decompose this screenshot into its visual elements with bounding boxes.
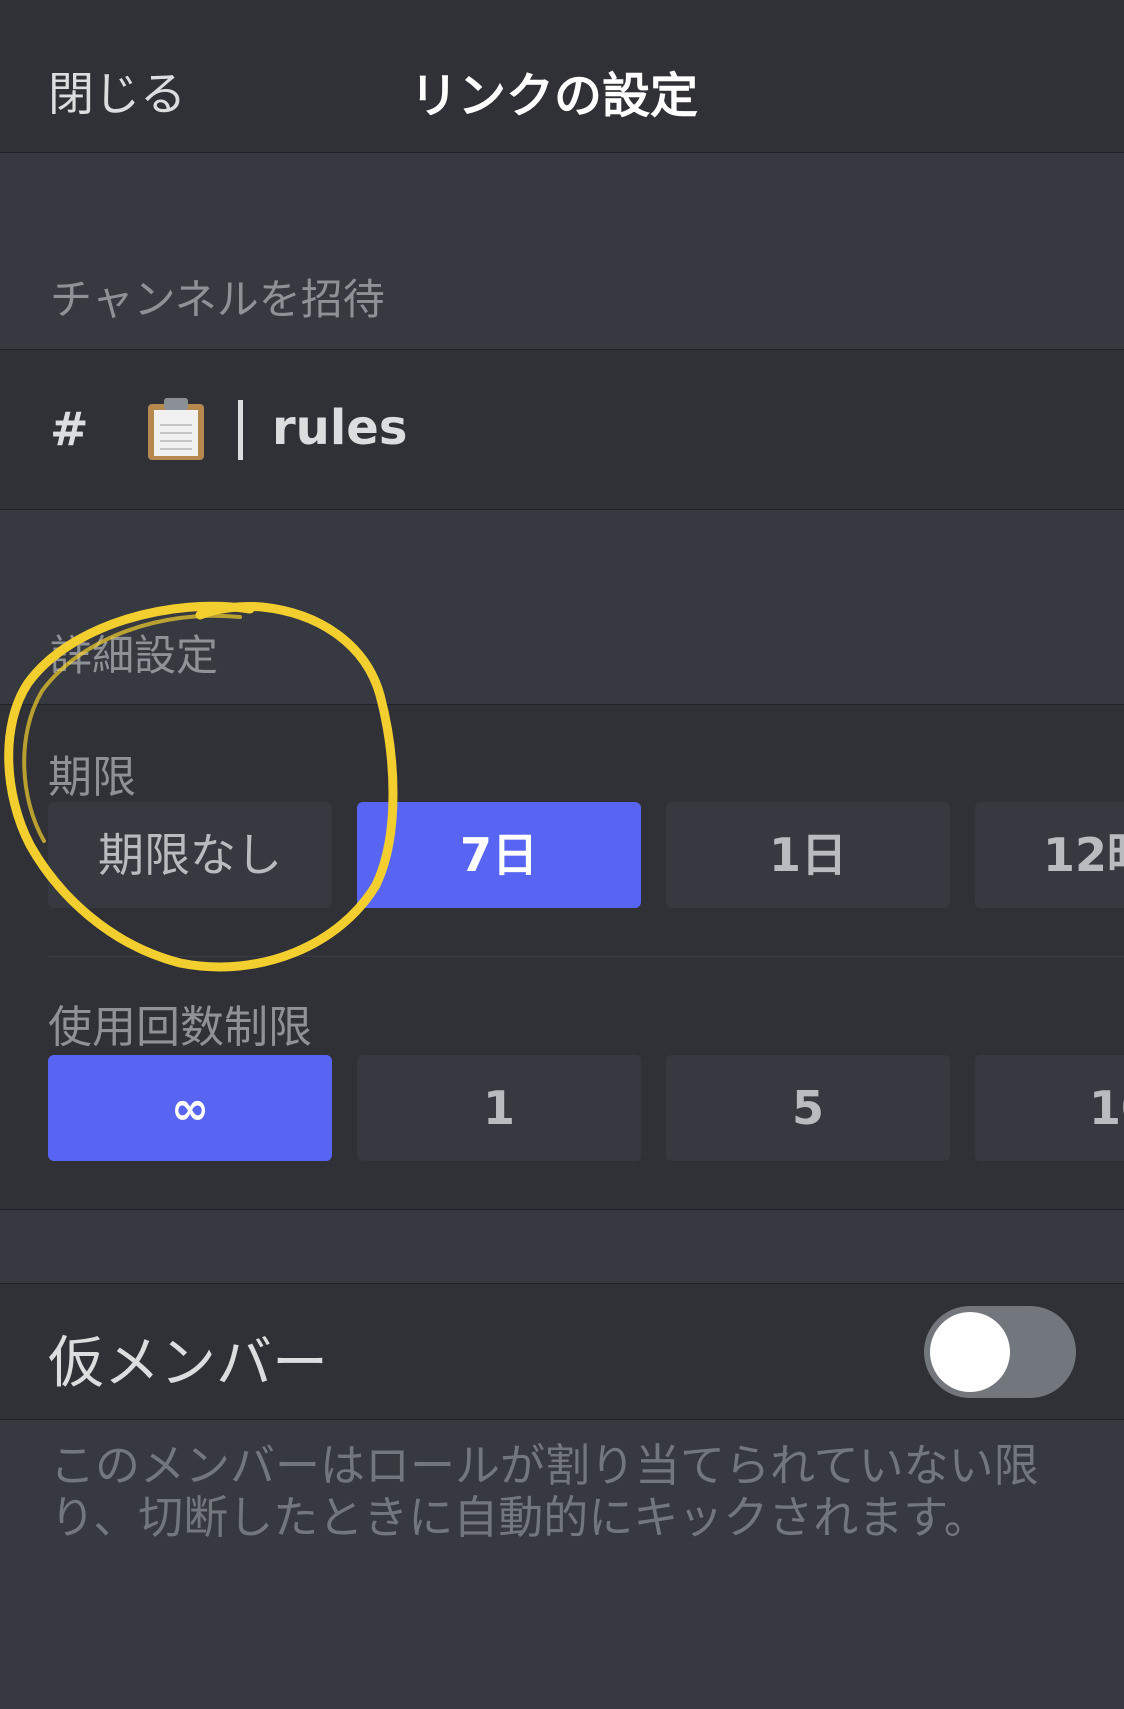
max-uses-option-1[interactable]: 1 [357,1055,641,1161]
link-settings-screen: 閉じる リンクの設定 チャンネルを招待 # rules 詳細設定 期限 期限なし… [0,0,1124,1709]
advanced-settings-panel: 期限 期限なし 7日 1日 12時 使用回数制限 ∞ 1 5 10 [0,704,1124,1210]
channel-hash-icon: # [50,402,89,456]
max-uses-option-5[interactable]: 5 [666,1055,950,1161]
channel-separator [238,400,243,460]
max-uses-option-10[interactable]: 10 [975,1055,1124,1161]
temporary-member-row: 仮メンバー [0,1283,1124,1420]
temporary-member-label: 仮メンバー [48,1331,328,1396]
toggle-knob [930,1312,1010,1392]
expire-option-never[interactable]: 期限なし [48,802,332,908]
panel-divider [48,956,1124,957]
expire-option-1-day[interactable]: 1日 [666,802,950,908]
header-bar: 閉じる リンクの設定 [0,0,1124,153]
invite-section-label: チャンネルを招待 [50,275,385,324]
temporary-member-description: このメンバーはロールが割り当てられていない限り、切断したときに自動的にキックされ… [50,1439,1039,1544]
advanced-section-label: 詳細設定 [50,631,219,680]
channel-row: # rules [0,349,1124,510]
expire-option-12-hours[interactable]: 12時 [975,802,1124,908]
clipboard-icon [148,398,204,460]
channel-name: rules [272,400,408,456]
expire-label: 期限 [48,752,136,803]
temporary-member-toggle[interactable] [924,1306,1076,1398]
expire-option-7-days[interactable]: 7日 [357,802,641,908]
close-button[interactable]: 閉じる [48,58,186,124]
max-uses-option-unlimited[interactable]: ∞ [48,1055,332,1161]
page-title: リンクの設定 [410,68,699,124]
max-uses-label: 使用回数制限 [48,1002,312,1053]
